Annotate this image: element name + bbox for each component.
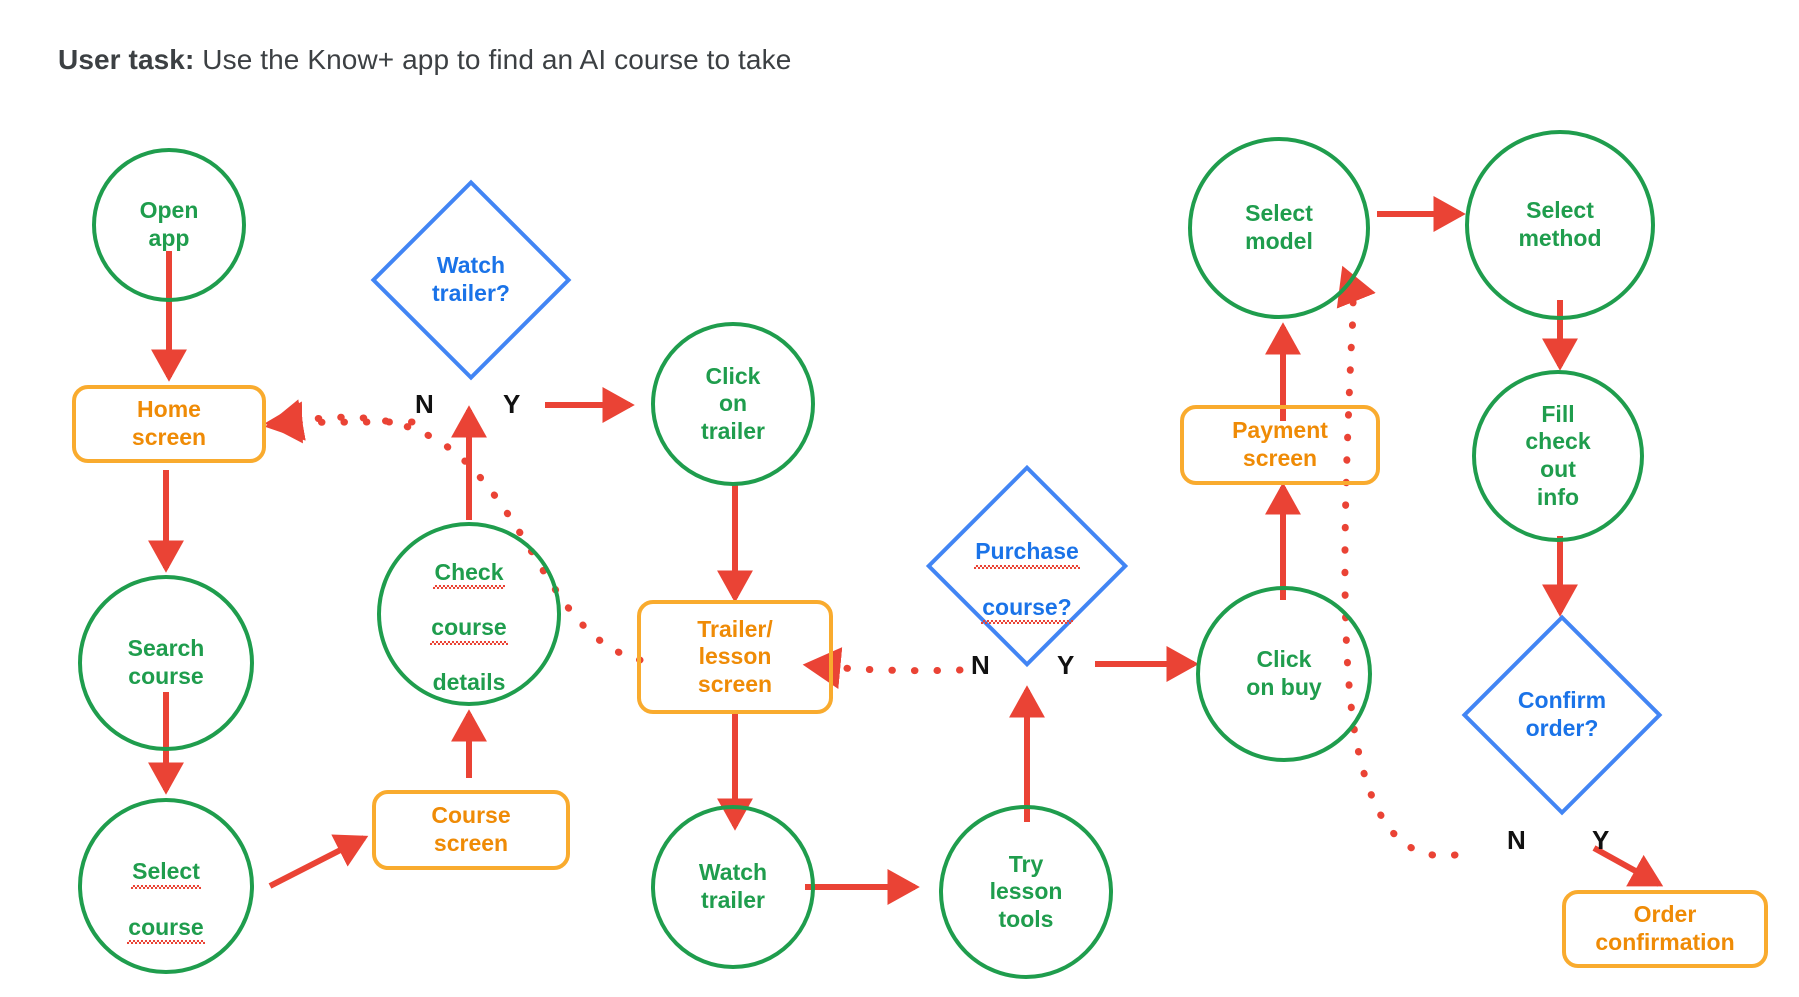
node-click-on-buy[interactable]: Click on buy	[1196, 586, 1372, 762]
node-open-app[interactable]: Open app	[92, 148, 246, 302]
branch-label-purchase-yes: Y	[1057, 650, 1075, 680]
branch-label-purchase-no: N	[971, 650, 990, 680]
node-watch-trailer-question-label: Watch trailer?	[432, 252, 510, 306]
node-check-course-details-label: Check course details	[430, 531, 509, 697]
edge-confirm-no-to-select-model	[1336, 265, 1459, 860]
node-click-on-trailer[interactable]: Click on trailer	[651, 322, 815, 486]
node-watch-trailer-label: Watch trailer	[698, 859, 768, 913]
node-trailer-lesson-screen[interactable]: Trailer/ lesson screen	[637, 600, 833, 714]
node-order-confirmation[interactable]: Order confirmation	[1562, 890, 1768, 968]
node-payment-screen-label: Payment screen	[1232, 417, 1328, 471]
node-select-method-label: Select method	[1518, 197, 1602, 251]
node-home-screen-label: Home screen	[131, 396, 207, 450]
node-check-course-details-line1: Check	[433, 558, 505, 589]
node-check-course-details-line2: course	[430, 614, 509, 645]
node-trailer-lesson-screen-label: Trailer/ lesson screen	[697, 615, 773, 697]
node-purchase-course-question[interactable]: Purchase course?	[925, 442, 1129, 690]
branch-label-watch-trailer-no: N	[415, 389, 434, 419]
node-select-model-label: Select model	[1245, 200, 1313, 254]
node-check-course-details[interactable]: Check course details	[377, 522, 561, 706]
node-watch-trailer[interactable]: Watch trailer	[651, 805, 815, 969]
node-open-app-label: Open app	[139, 197, 199, 251]
node-select-course-line2: course	[127, 913, 206, 944]
branch-label-watch-trailer-yes: Y	[503, 389, 521, 419]
node-try-lesson-tools[interactable]: Try lesson tools	[939, 805, 1113, 979]
node-course-screen-label: Course screen	[431, 802, 511, 856]
node-search-course[interactable]: Search course	[78, 575, 254, 751]
node-select-model[interactable]: Select model	[1188, 137, 1370, 319]
node-confirm-order-question-label: Confirm order?	[1517, 687, 1607, 741]
branch-label-confirm-yes: Y	[1592, 825, 1610, 855]
node-fill-check-out-info[interactable]: Fill check out info	[1472, 370, 1644, 542]
node-purchase-course-question-label: Purchase course?	[974, 511, 1080, 624]
node-click-on-trailer-label: Click on trailer	[701, 362, 765, 444]
node-home-screen[interactable]: Home screen	[72, 385, 266, 463]
node-select-course[interactable]: Select course	[78, 798, 254, 974]
branch-label-confirm-no: N	[1507, 825, 1526, 855]
edge-watch-trailer-no-to-home-screen	[264, 401, 416, 444]
node-select-course-line1: Select	[131, 858, 201, 889]
node-search-course-label: Search course	[127, 635, 205, 689]
node-click-on-buy-label: Click on buy	[1246, 646, 1322, 700]
node-select-course-label: Select course	[127, 831, 206, 944]
node-try-lesson-tools-label: Try lesson tools	[989, 850, 1063, 932]
node-course-screen[interactable]: Course screen	[372, 790, 570, 870]
node-order-confirmation-label: Order confirmation	[1595, 901, 1735, 955]
node-confirm-order-question[interactable]: Confirm order?	[1461, 614, 1663, 816]
node-check-course-details-line3: details	[432, 669, 506, 696]
node-select-method[interactable]: Select method	[1465, 130, 1655, 320]
node-purchase-course-line2: course?	[981, 593, 1074, 624]
edge-select-course-to-course-screen	[268, 834, 369, 889]
flowchart-canvas: Open app Home screen Search course Selec…	[0, 0, 1799, 997]
node-watch-trailer-question[interactable]: Watch trailer?	[370, 179, 572, 381]
node-purchase-course-line1: Purchase	[974, 538, 1080, 569]
node-fill-check-out-info-label: Fill check out info	[1525, 400, 1591, 510]
node-payment-screen[interactable]: Payment screen	[1180, 405, 1380, 485]
